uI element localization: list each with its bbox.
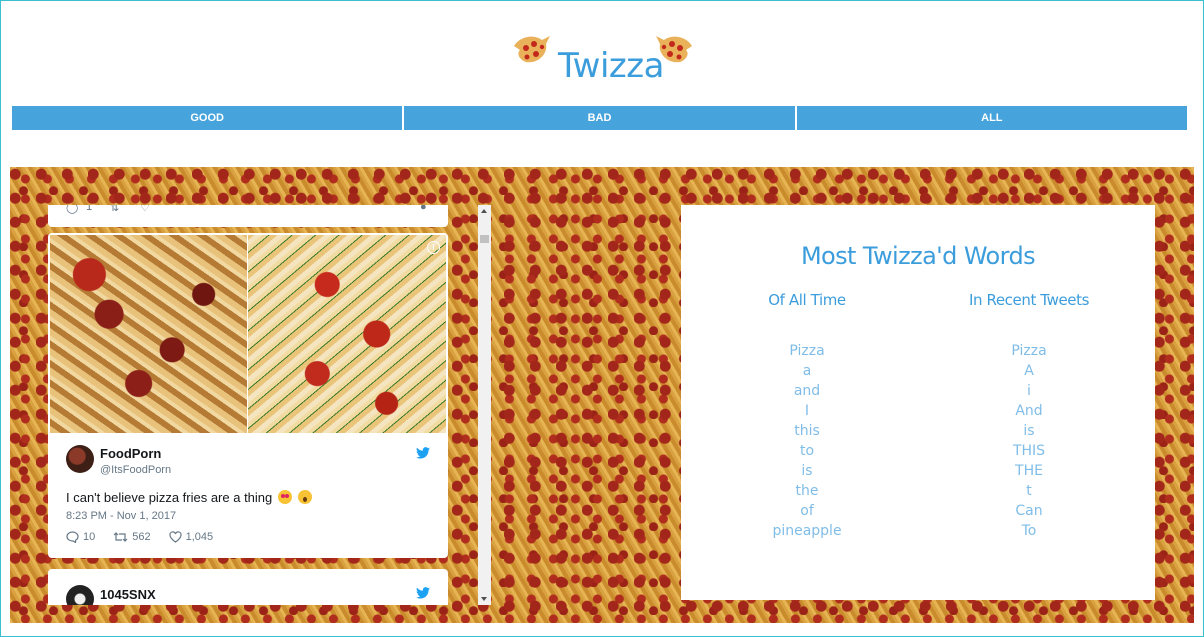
tweet-photo[interactable]: i	[248, 235, 446, 433]
header: Twizza	[0, 28, 1204, 92]
info-icon[interactable]: ●	[420, 205, 427, 213]
word-item: And	[1015, 403, 1043, 419]
heart-icon	[169, 531, 182, 543]
word-item: i	[1027, 383, 1031, 399]
astonished-emoji-icon	[297, 490, 312, 504]
heart-eyes-emoji-icon	[277, 490, 292, 504]
reply-icon[interactable]: ◯	[66, 205, 78, 214]
twitter-bird-icon[interactable]	[416, 447, 430, 459]
retweet-icon[interactable]: ⇅	[110, 205, 119, 214]
tweet-author[interactable]: FoodPorn	[100, 446, 161, 461]
nav-bar: GOOD BAD ALL	[12, 106, 1187, 130]
tweet-feed[interactable]: ◯ 1 ⇅ ♡ ● i FoodPorn @ItsFoodPorn I can'…	[48, 205, 448, 605]
word-item: Can	[1015, 503, 1043, 519]
twitter-bird-icon[interactable]	[416, 587, 430, 599]
tweet-timestamp[interactable]: 8:23 PM - Nov 1, 2017	[66, 510, 176, 522]
word-item: and	[793, 383, 821, 399]
nav-bad-button[interactable]: BAD	[404, 106, 797, 130]
recent-word-list: Pizza A i And is THIS THE t Can To	[929, 341, 1129, 541]
word-item: Pizza	[789, 343, 825, 359]
recent-column: In Recent Tweets Pizza A i And is THIS T…	[929, 291, 1129, 541]
like-count: 1,045	[185, 531, 214, 543]
pizza-bird-icon	[656, 36, 692, 63]
word-item: THE	[1015, 463, 1043, 479]
like-action[interactable]: 1,045	[169, 531, 214, 543]
word-item: the	[795, 483, 819, 499]
word-item: A	[1024, 363, 1034, 379]
avatar[interactable]	[66, 585, 94, 605]
scroll-up-arrow-icon[interactable]	[481, 209, 487, 213]
word-item: is	[1023, 423, 1035, 439]
tweet-text: I can't believe pizza fries are a thing	[66, 490, 312, 505]
tweet-author[interactable]: 1045SNX	[100, 587, 156, 602]
tweet-card[interactable]: 1045SNX	[48, 569, 448, 605]
tweet-handle[interactable]: @ItsFoodPorn	[100, 464, 171, 476]
word-item: t	[1026, 483, 1032, 499]
words-panel-title: Most Twizza'd Words	[800, 242, 1036, 270]
reply-count: 10	[83, 531, 96, 543]
nav-all-button[interactable]: ALL	[796, 106, 1187, 130]
retweet-icon	[113, 532, 128, 542]
reply-action[interactable]: 10	[66, 531, 95, 543]
scroll-thumb[interactable]	[480, 235, 489, 243]
scroll-down-arrow-icon[interactable]	[481, 597, 487, 601]
recent-heading: In Recent Tweets	[968, 291, 1089, 309]
word-item: To	[1021, 523, 1037, 539]
reply-icon	[66, 531, 79, 543]
tweet-text-body: I can't believe pizza fries are a thing	[66, 490, 273, 505]
tweet-card[interactable]: i FoodPorn @ItsFoodPorn I can't believe …	[48, 233, 448, 558]
app-title: Twizza	[558, 46, 664, 86]
tweet-feed-scrollbar[interactable]	[478, 205, 491, 605]
previous-reply-count: 1	[86, 205, 93, 213]
word-item: this	[794, 423, 820, 439]
heart-icon[interactable]: ♡	[140, 205, 150, 214]
word-item: to	[799, 443, 815, 459]
tweet-actions: 10 562 1,045	[66, 531, 213, 543]
avatar[interactable]	[66, 445, 94, 473]
word-item: is	[801, 463, 813, 479]
previous-tweet-footer: ◯ 1 ⇅ ♡ ●	[48, 205, 448, 227]
pizza-bird-icon	[514, 36, 550, 63]
most-twizzad-words-panel: Most Twizza'd Words Of All Time Pizza a …	[681, 205, 1155, 600]
all-time-column: Of All Time Pizza a and I this to is the…	[707, 291, 907, 541]
word-item: I	[804, 403, 810, 419]
all-time-word-list: Pizza a and I this to is the of pineappl…	[707, 341, 907, 541]
word-item: THIS	[1012, 443, 1046, 459]
retweet-count: 562	[132, 531, 151, 543]
retweet-action[interactable]: 562	[113, 531, 151, 543]
info-icon[interactable]: i	[427, 241, 440, 254]
word-item: a	[802, 363, 812, 379]
tweet-photo[interactable]	[50, 235, 247, 433]
word-item: pineapple	[772, 523, 842, 539]
word-item: of	[800, 503, 814, 519]
all-time-heading: Of All Time	[768, 291, 846, 309]
word-item: Pizza	[1011, 343, 1047, 359]
nav-good-button[interactable]: GOOD	[12, 106, 405, 130]
